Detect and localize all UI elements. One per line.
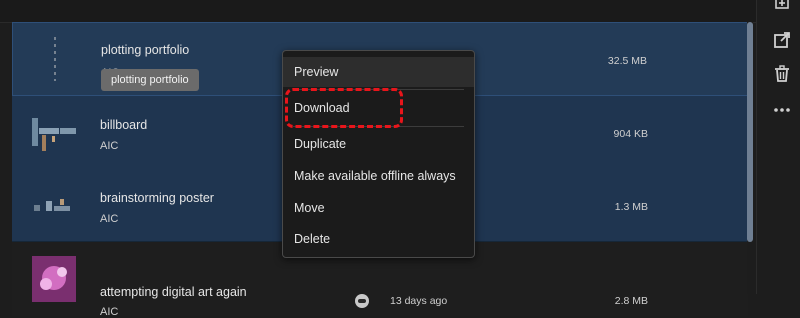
scrollbar-thumb[interactable] [747,22,753,242]
file-modified: 13 days ago [390,295,448,307]
scrollbar[interactable] [747,22,753,294]
file-size: 1.3 MB [614,201,648,213]
menu-item-preview[interactable]: Preview [283,57,474,87]
file-type: AIC [100,140,119,152]
file-type: AIC [100,306,119,318]
file-thumbnail [54,37,56,81]
filename-tooltip: plotting portfolio [101,69,199,91]
file-thumbnail [32,118,76,151]
toolbar [0,0,756,23]
right-action-rail [756,0,800,294]
file-name[interactable]: brainstorming poster [100,191,214,205]
context-menu: Preview Download Duplicate Make availabl… [282,50,475,258]
annotation-highlight [285,88,403,128]
trash-icon[interactable] [773,65,791,83]
file-size: 904 KB [613,128,648,140]
menu-item-make-available-offline[interactable]: Make available offline always [283,161,474,191]
menu-item-move[interactable]: Move [283,193,474,223]
file-thumbnail [34,199,70,211]
file-size: 2.8 MB [614,295,648,307]
open-external-icon[interactable] [773,31,791,49]
file-thumbnail [32,256,76,302]
file-name[interactable]: plotting portfolio [101,43,189,57]
menu-item-delete[interactable]: Delete [283,224,474,254]
file-type: AIC [100,213,119,225]
file-name[interactable]: attempting digital art again [100,285,247,299]
more-icon[interactable] [773,101,791,119]
add-to-library-icon[interactable] [773,0,791,16]
file-name[interactable]: billboard [100,118,147,132]
cloud-icon [355,294,369,308]
menu-item-duplicate[interactable]: Duplicate [283,129,474,159]
file-size: 32.5 MB [607,55,647,67]
